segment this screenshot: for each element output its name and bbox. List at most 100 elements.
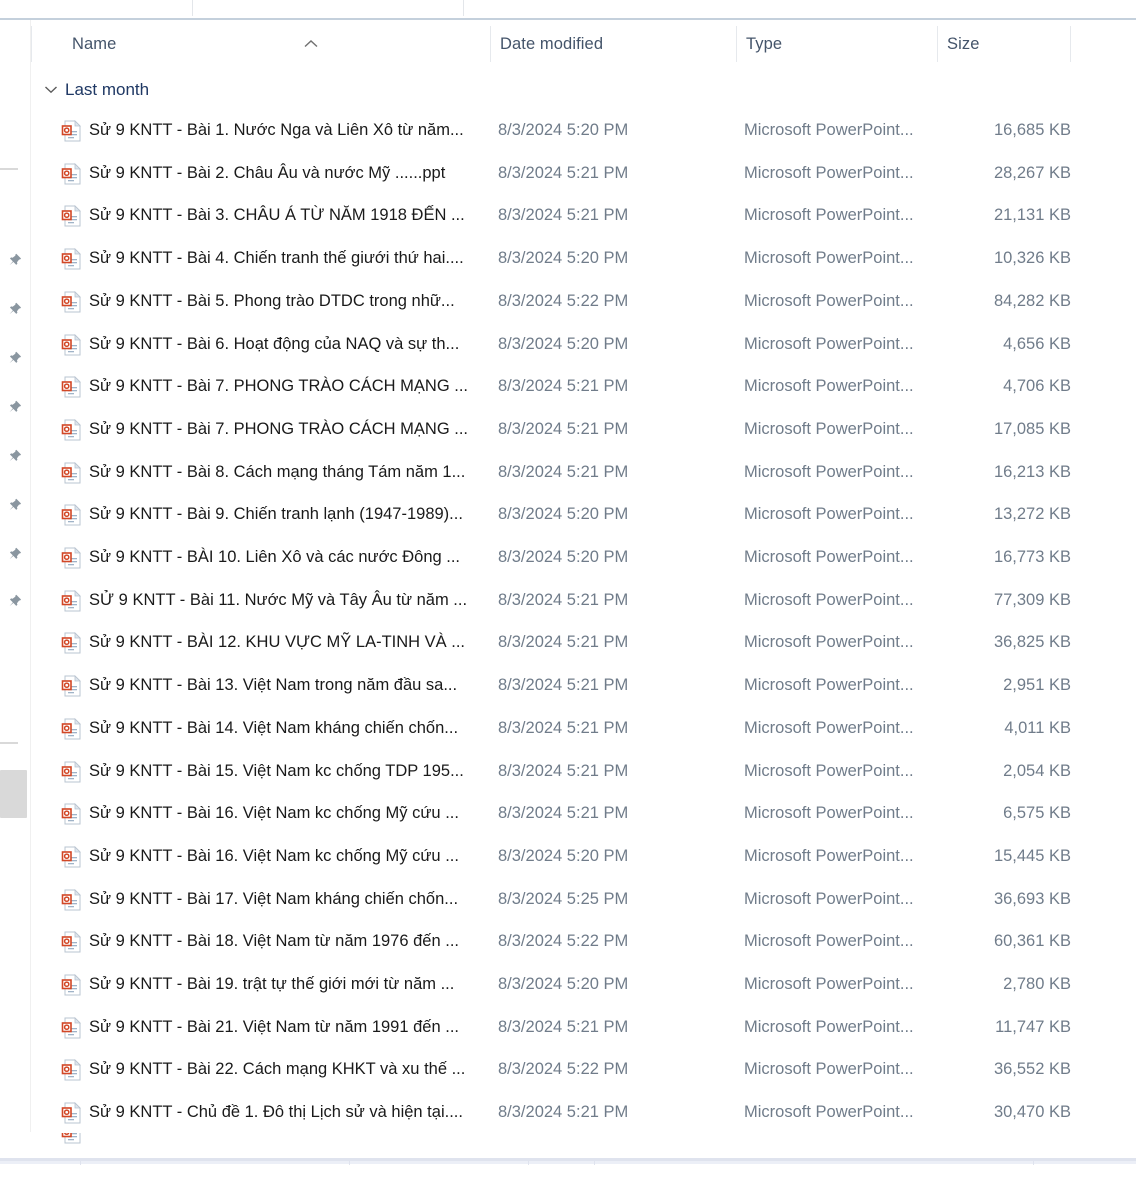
table-row[interactable]: Sử 9 KNTT - Bài 15. Việt Nam kc chống TD…	[31, 750, 1136, 793]
file-size-cell: 17,085 KB	[993, 419, 1071, 438]
file-name-cell: Sử 9 KNTT - Bài 21. Việt Nam từ năm 1991…	[89, 1017, 459, 1036]
file-type-cell: Microsoft PowerPoint...	[744, 590, 914, 609]
pin-icon[interactable]	[6, 448, 23, 465]
column-separator[interactable]	[490, 26, 491, 62]
file-size-cell: 6,575 KB	[1003, 804, 1071, 823]
group-header-label: Last month	[65, 80, 150, 99]
column-separator[interactable]	[937, 26, 938, 62]
file-type-cell: Microsoft PowerPoint...	[744, 206, 914, 225]
file-name-cell: SỬ 9 KNTT - Bài 11. Nước Mỹ và Tây Âu từ…	[89, 590, 468, 609]
table-row[interactable]: Sử 9 KNTT - Bài 18. Việt Nam từ năm 1976…	[31, 920, 1136, 963]
file-name-cell: Sử 9 KNTT - Bài 14. Việt Nam kháng chiến…	[89, 718, 459, 737]
column-separator[interactable]	[31, 26, 32, 62]
file-type-cell: Microsoft PowerPoint...	[744, 1017, 914, 1036]
table-row[interactable]: Sử 9 KNTT - Bài 7. PHONG TRÀO CÁCH MẠNG …	[31, 365, 1136, 408]
table-row[interactable]: Sử 9 KNTT - Bài 14. Việt Nam kháng chiến…	[31, 707, 1136, 750]
file-date-cell: 8/3/2024 5:21 PM	[498, 419, 629, 438]
file-name-cell: Sử 9 KNTT - Bài 19. trật tự thế giới mới…	[89, 975, 455, 993]
file-size-cell: 2,054 KB	[1003, 761, 1071, 780]
powerpoint-file-icon	[60, 717, 84, 741]
pin-icon[interactable]	[6, 301, 23, 318]
column-header-date-modified[interactable]: Date modified	[500, 20, 603, 68]
pin-icon[interactable]	[6, 252, 23, 269]
file-date-cell: 8/3/2024 5:21 PM	[498, 163, 629, 182]
table-row[interactable]: Sử 9 KNTT - Bài 5. Phong trào DTDC trong…	[31, 280, 1136, 323]
table-row[interactable]: Sử 9 KNTT - Bài 2. Châu Âu và nước Mỹ ..…	[31, 152, 1136, 195]
pin-icon[interactable]	[6, 399, 23, 416]
pin-icon[interactable]	[6, 350, 23, 367]
file-name-cell: Sử 9 KNTT - Bài 16. Việt Nam kc chống Mỹ…	[89, 804, 459, 823]
powerpoint-file-icon	[60, 631, 84, 655]
table-row[interactable]: SỬ 9 KNTT - Bài 11. Nước Mỹ và Tây Âu từ…	[31, 579, 1136, 622]
file-type-cell: Microsoft PowerPoint...	[744, 163, 914, 182]
file-name-cell: Sử 9 KNTT - Bài 6. Hoạt động của NAQ và …	[89, 334, 460, 353]
file-size-cell: 21,131 KB	[993, 206, 1071, 225]
file-name-cell: Sử 9 KNTT - Bài 1. Nước Nga và Liên Xô t…	[89, 121, 464, 139]
powerpoint-file-icon	[60, 247, 84, 271]
file-name-cell: Sử 9 KNTT - Bài 16. Việt Nam kc chống Mỹ…	[89, 846, 459, 865]
column-header-name[interactable]: Name	[72, 20, 116, 68]
chevron-down-icon[interactable]	[44, 85, 58, 94]
file-size-cell: 4,706 KB	[1003, 377, 1071, 396]
powerpoint-file-icon	[60, 888, 84, 912]
file-date-cell: 8/3/2024 5:21 PM	[498, 633, 629, 652]
file-size-cell: 36,552 KB	[993, 1060, 1071, 1079]
file-type-cell: Microsoft PowerPoint...	[744, 846, 914, 865]
column-header-size[interactable]: Size	[947, 20, 980, 68]
column-separator[interactable]	[736, 26, 737, 62]
table-row[interactable]: Sử 9 KNTT - Bài 4. Chiến tranh thế giưới…	[31, 237, 1136, 280]
file-type-cell: Microsoft PowerPoint...	[744, 377, 914, 396]
file-date-cell: 8/3/2024 5:20 PM	[498, 334, 629, 353]
table-row[interactable]: Sử 9 KNTT - Bài 17. Việt Nam kháng chiến…	[31, 878, 1136, 921]
file-list: Sử 9 KNTT - Bài 1. Nước Nga và Liên Xô t…	[31, 109, 1136, 1134]
pin-icon[interactable]	[6, 546, 23, 563]
powerpoint-file-icon	[60, 1133, 84, 1145]
column-header-type[interactable]: Type	[746, 20, 782, 68]
file-type-cell: Microsoft PowerPoint...	[744, 121, 914, 139]
powerpoint-file-icon	[60, 119, 84, 143]
file-type-cell: Microsoft PowerPoint...	[744, 804, 914, 823]
powerpoint-file-icon	[60, 290, 84, 314]
table-row[interactable]: Sử 9 KNTT - Bài 9. Chiến tranh lạnh (194…	[31, 493, 1136, 536]
status-bar-tick	[1033, 1161, 1034, 1165]
file-size-cell: 2,951 KB	[1003, 676, 1071, 695]
pin-icon[interactable]	[6, 497, 23, 514]
table-row[interactable]: Sử 9 KNTT - Bài 6. Hoạt động của NAQ và …	[31, 323, 1136, 366]
powerpoint-file-icon	[60, 546, 84, 570]
file-size-cell: 16,213 KB	[993, 462, 1071, 481]
table-row[interactable]: Sử 9 KNTT - Bài 19. trật tự thế giới mới…	[31, 963, 1136, 1006]
file-explorer-window: Name Date modified Type Size Last month …	[0, 0, 1136, 1190]
table-row[interactable]: Sử 9 KNTT - Bài 16. Việt Nam kc chống Mỹ…	[31, 792, 1136, 835]
table-row[interactable]: Sử 9 KNTT - Chủ đề 1. Đô thị Lịch sử và …	[31, 1091, 1136, 1134]
column-separator[interactable]	[1070, 26, 1071, 62]
table-row[interactable]: Sử 9 KNTT - Bài 7. PHONG TRÀO CÁCH MẠNG …	[31, 408, 1136, 451]
table-row[interactable]: Sử 9 KNTT - Bài 13. Việt Nam trong năm đ…	[31, 664, 1136, 707]
table-row[interactable]: Sử 9 KNTT - Bài 16. Việt Nam kc chống Mỹ…	[31, 835, 1136, 878]
table-row-partial[interactable]	[31, 1133, 1136, 1147]
status-bar-tick	[80, 1161, 81, 1165]
status-bar-tick	[349, 1161, 350, 1165]
table-row[interactable]: Sử 9 KNTT - Bài 3. CHÂU Á TỪ NĂM 1918 ĐẾ…	[31, 194, 1136, 237]
file-date-cell: 8/3/2024 5:21 PM	[498, 590, 629, 609]
powerpoint-file-icon	[60, 973, 84, 997]
table-row[interactable]: Sử 9 KNTT - Bài 8. Cách mạng tháng Tám n…	[31, 451, 1136, 494]
file-size-cell: 4,011 KB	[1004, 718, 1071, 737]
powerpoint-file-icon	[60, 802, 84, 826]
file-size-cell: 77,309 KB	[993, 590, 1071, 609]
powerpoint-file-icon	[60, 162, 84, 186]
table-row[interactable]: Sử 9 KNTT - Bài 21. Việt Nam từ năm 1991…	[31, 1006, 1136, 1049]
group-header-last-month[interactable]: Last month	[31, 72, 1136, 108]
table-row[interactable]: Sử 9 KNTT - Bài 1. Nước Nga và Liên Xô t…	[31, 109, 1136, 152]
table-row[interactable]: Sử 9 KNTT - Bài 22. Cách mạng KHKT và xu…	[31, 1048, 1136, 1091]
file-type-cell: Microsoft PowerPoint...	[744, 761, 914, 780]
file-date-cell: 8/3/2024 5:21 PM	[498, 377, 629, 396]
file-date-cell: 8/3/2024 5:21 PM	[498, 1103, 629, 1122]
file-name-cell: Sử 9 KNTT - Bài 2. Châu Âu và nước Mỹ ..…	[89, 163, 446, 182]
powerpoint-file-icon	[60, 418, 84, 442]
pin-icon[interactable]	[6, 593, 23, 610]
status-bar-tick	[528, 1161, 529, 1165]
table-row[interactable]: Sử 9 KNTT - BÀI 12. KHU VỰC MỸ LA-TINH V…	[31, 621, 1136, 664]
table-row[interactable]: Sử 9 KNTT - BÀI 10. Liên Xô và các nước …	[31, 536, 1136, 579]
navigation-scrollbar-thumb[interactable]	[0, 770, 27, 818]
powerpoint-file-icon	[60, 204, 84, 228]
